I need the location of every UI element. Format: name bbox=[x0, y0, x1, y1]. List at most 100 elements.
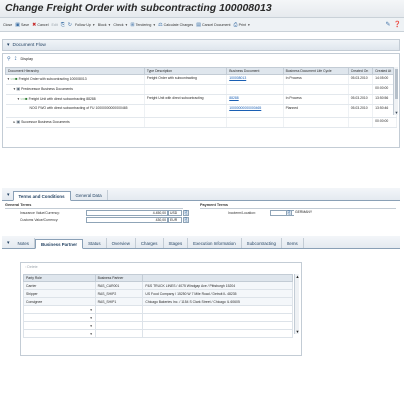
tendering-button[interactable]: ⊞ Tendering ▾ bbox=[130, 22, 155, 28]
tab-general-data[interactable]: General Data bbox=[71, 190, 108, 200]
table-row[interactable]: ▸▣Successor Business Documents 00:00:00 bbox=[5, 117, 397, 128]
title-bar: Change Freight Order with subcontracting… bbox=[0, 0, 404, 18]
value-help-icon[interactable]: ⎘ bbox=[183, 210, 189, 216]
customs-currency-field[interactable]: EUR bbox=[168, 217, 182, 223]
column-header[interactable]: Party Role bbox=[23, 274, 96, 282]
edit-button[interactable]: Edit bbox=[52, 23, 58, 27]
insurance-value-field[interactable]: 4.450,00 bbox=[86, 210, 168, 216]
document-flow-panel: ⚲ ⟟ Display Document Hierarchy Type Desc… bbox=[2, 53, 400, 148]
expand-icon[interactable]: ▸ bbox=[14, 120, 16, 124]
expand-icon[interactable]: ▾ bbox=[14, 87, 16, 91]
collapse-icon: ▾ bbox=[7, 42, 10, 48]
tab-subcontracting[interactable]: Subcontracting bbox=[242, 238, 282, 248]
table-row[interactable]: Shipper RAS_SHIP2 US Food Company / 1525… bbox=[23, 289, 293, 298]
calculate-charges-button[interactable]: ⚖ Calculate Charges bbox=[158, 22, 193, 28]
tab-terms-and-conditions[interactable]: Terms and Conditions bbox=[12, 191, 71, 201]
print-icon: ⎙ bbox=[233, 21, 238, 28]
scroll-down-icon[interactable]: ▼ bbox=[394, 110, 399, 115]
block-button[interactable]: Block ▾ bbox=[98, 23, 111, 27]
column-header[interactable]: Business Document Life Cycle bbox=[282, 67, 349, 75]
tendering-icon: ⊞ bbox=[130, 21, 135, 28]
column-header[interactable]: Business Partner bbox=[94, 274, 144, 282]
table-row[interactable]: ▾▣Predecessor Business Documents 00:00:0… bbox=[5, 84, 397, 95]
personalize-icon[interactable]: ✎ bbox=[385, 21, 390, 28]
terms-tabstrip: ▾ Terms and Conditions General Data bbox=[2, 188, 400, 201]
hierarchy-icon[interactable]: ⟟ bbox=[15, 56, 17, 62]
dropdown-icon[interactable]: ▼ bbox=[90, 316, 93, 320]
refresh-icon[interactable]: ↻ bbox=[68, 22, 72, 28]
value-help-icon[interactable]: ⎘ bbox=[183, 217, 189, 223]
table-row[interactable]: ▾○○■Freight Unit with direct subcontract… bbox=[5, 94, 397, 105]
print-button[interactable]: ⎙ Print ▾ bbox=[234, 22, 250, 28]
document-icon: ▤ bbox=[196, 21, 201, 28]
check-button[interactable]: Check ▾ bbox=[113, 23, 127, 27]
table-row[interactable]: ▾○○■Freight Order with subcontracting 10… bbox=[5, 74, 397, 85]
insurance-currency-field[interactable]: USD bbox=[168, 210, 182, 216]
table-row[interactable]: ▼ bbox=[23, 321, 293, 330]
table-row[interactable]: NOG FWO with direct subcontracting of FU… bbox=[5, 104, 397, 118]
save-button[interactable]: ▣ Save bbox=[15, 22, 29, 28]
main-toolbar: Close ▣ Save ✖ Cancel Edit ⎘ ↻ Follow Up ▾… bbox=[0, 18, 404, 32]
dropdown-icon[interactable]: ▼ bbox=[90, 308, 93, 312]
table-row[interactable]: Carrier RAS_CAR001 P&S TRUCK LINES / 407… bbox=[23, 281, 293, 290]
general-terms-title: General Terms bbox=[5, 203, 32, 207]
filter-icon[interactable]: ⚲ bbox=[7, 56, 11, 62]
collapse-icon[interactable]: ▾ bbox=[4, 238, 13, 248]
expand-icon[interactable]: ▾ bbox=[8, 77, 10, 81]
collapse-icon[interactable]: ▾ bbox=[4, 190, 13, 200]
business-partner-table-container: ▫ Delete Party Role Business Partner Car… bbox=[20, 262, 302, 356]
calculate-icon: ⚖ bbox=[158, 21, 163, 28]
tab-notes[interactable]: Notes bbox=[13, 238, 35, 248]
cancel-icon: ✖ bbox=[32, 21, 37, 28]
page-title: Change Freight Order with subcontracting… bbox=[5, 2, 272, 14]
business-partner-table: Party Role Business Partner Carrier RAS_… bbox=[23, 274, 293, 338]
terms-panel: General Terms Payment Terms Insurance Va… bbox=[2, 202, 400, 226]
column-header[interactable]: Document Hierarchy bbox=[5, 67, 145, 75]
delete-button[interactable]: ▫ Delete bbox=[25, 265, 38, 269]
table-row[interactable]: ▼ bbox=[23, 305, 293, 314]
help-icon[interactable]: ❓ bbox=[394, 21, 401, 28]
insurance-label: Insurance Value/Currency: bbox=[20, 211, 60, 215]
column-header[interactable]: Created On bbox=[347, 67, 374, 75]
column-header[interactable]: Business Document bbox=[226, 67, 284, 75]
column-header[interactable]: Type Description bbox=[143, 67, 228, 75]
cancel-document-button[interactable]: ▤ Cancel Document bbox=[196, 22, 230, 28]
display-toggle-icon[interactable]: ⎘ bbox=[61, 22, 65, 28]
tab-overview[interactable]: Overview bbox=[107, 238, 136, 248]
dropdown-icon[interactable]: ▼ bbox=[90, 332, 93, 336]
document-link[interactable]: 10000000000000465 bbox=[226, 104, 284, 118]
tab-charges[interactable]: Charges bbox=[136, 238, 164, 248]
document-link[interactable]: 100008013 bbox=[226, 74, 284, 85]
payment-terms-title: Payment Terms bbox=[200, 203, 228, 207]
cancel-button[interactable]: ✖ Cancel bbox=[32, 22, 48, 28]
tab-execution-information[interactable]: Execution Information bbox=[188, 238, 242, 248]
divider bbox=[5, 208, 183, 209]
expand-icon[interactable]: ▾ bbox=[18, 97, 20, 101]
tab-business-partner[interactable]: Business Partner bbox=[35, 239, 84, 249]
display-button[interactable]: Display bbox=[21, 57, 33, 61]
follow-up-button[interactable]: Follow Up ▾ bbox=[75, 23, 95, 27]
table-row[interactable]: Consignee RAS_SHIP1 Chicago Bakeries Inc… bbox=[23, 297, 293, 306]
divider bbox=[200, 208, 396, 209]
table-row[interactable]: ▼ bbox=[23, 313, 293, 322]
dropdown-icon[interactable]: ▼ bbox=[90, 324, 93, 328]
detail-tabstrip: ▾ Notes Business Partner Status Overview… bbox=[2, 236, 400, 249]
scroll-up-icon[interactable]: ▲ bbox=[295, 274, 300, 279]
save-icon: ▣ bbox=[15, 21, 20, 28]
delete-icon: ▫ bbox=[25, 265, 27, 269]
incoterm-location-field[interactable]: GERMANY bbox=[294, 210, 330, 216]
value-help-icon[interactable]: ⎘ bbox=[286, 210, 292, 216]
document-link[interactable]: 88288 bbox=[226, 94, 284, 105]
tab-stages[interactable]: Stages bbox=[164, 238, 189, 248]
table-row[interactable]: ▼ bbox=[23, 329, 293, 338]
column-header[interactable] bbox=[142, 274, 293, 282]
tab-items[interactable]: Items bbox=[282, 238, 304, 248]
document-flow-header[interactable]: ▾ Document Flow bbox=[2, 39, 400, 51]
scroll-thumb[interactable] bbox=[395, 69, 398, 99]
scroll-down-icon[interactable]: ▼ bbox=[295, 329, 300, 334]
tab-status[interactable]: Status bbox=[83, 238, 107, 248]
vertical-scrollbar[interactable]: ▼ bbox=[393, 67, 398, 115]
customs-value-field[interactable]: 430,00 bbox=[86, 217, 168, 223]
vertical-scrollbar[interactable]: ▲ ▼ bbox=[294, 274, 299, 334]
close-button[interactable]: Close bbox=[3, 23, 12, 27]
